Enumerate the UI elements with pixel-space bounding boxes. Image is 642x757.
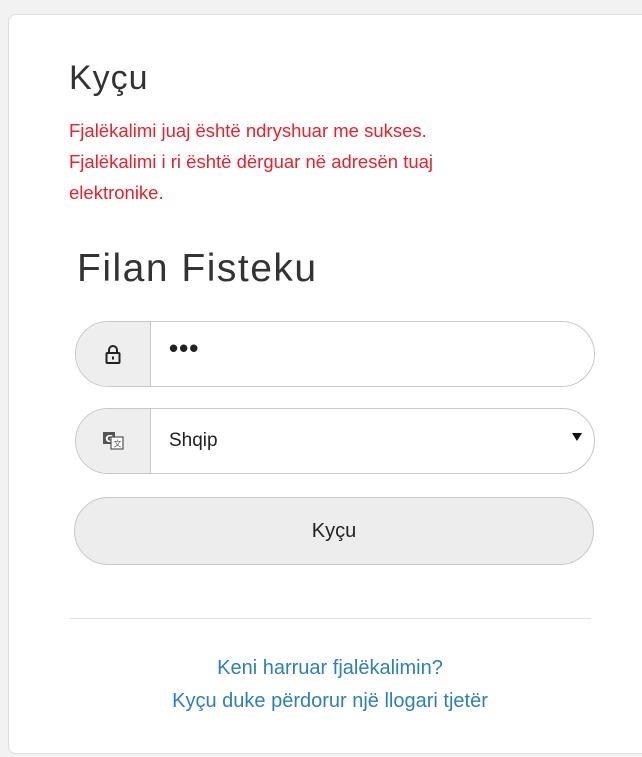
language-select[interactable]: Shqip (151, 409, 594, 473)
footer-links: Keni harruar fjalëkalimin? Kyçu duke për… (69, 652, 591, 718)
lock-icon (105, 345, 121, 364)
login-card: Kyçu Fjalëkalimi juaj është ndryshuar me… (8, 14, 642, 754)
language-input-group: G 文 Shqip (75, 408, 595, 474)
password-value: ••• (169, 333, 200, 363)
caret-down-icon (572, 433, 582, 441)
password-input-group: ••• (75, 321, 595, 387)
message-line: Fjalëkalimi juaj është ndryshuar me suks… (69, 120, 427, 141)
translate-icon: G 文 (103, 432, 124, 450)
username-display: Filan Fisteku (77, 247, 318, 290)
page-title: Kyçu (69, 59, 149, 97)
login-button[interactable]: Kyçu (74, 497, 594, 565)
password-addon (76, 322, 151, 386)
message-line: elektronike. (69, 182, 164, 203)
divider (69, 618, 591, 619)
message-line: Fjalëkalimi i ri është dërguar në adresë… (69, 151, 434, 172)
forgot-password-link[interactable]: Keni harruar fjalëkalimin? (69, 652, 591, 685)
other-account-link[interactable]: Kyçu duke përdorur një llogari tjetër (69, 685, 591, 718)
language-addon: G 文 (76, 409, 151, 473)
password-field[interactable]: ••• (151, 322, 594, 386)
language-selected: Shqip (169, 430, 218, 451)
svg-text:文: 文 (114, 439, 122, 449)
success-message: Fjalëkalimi juaj është ndryshuar me suks… (69, 115, 569, 208)
